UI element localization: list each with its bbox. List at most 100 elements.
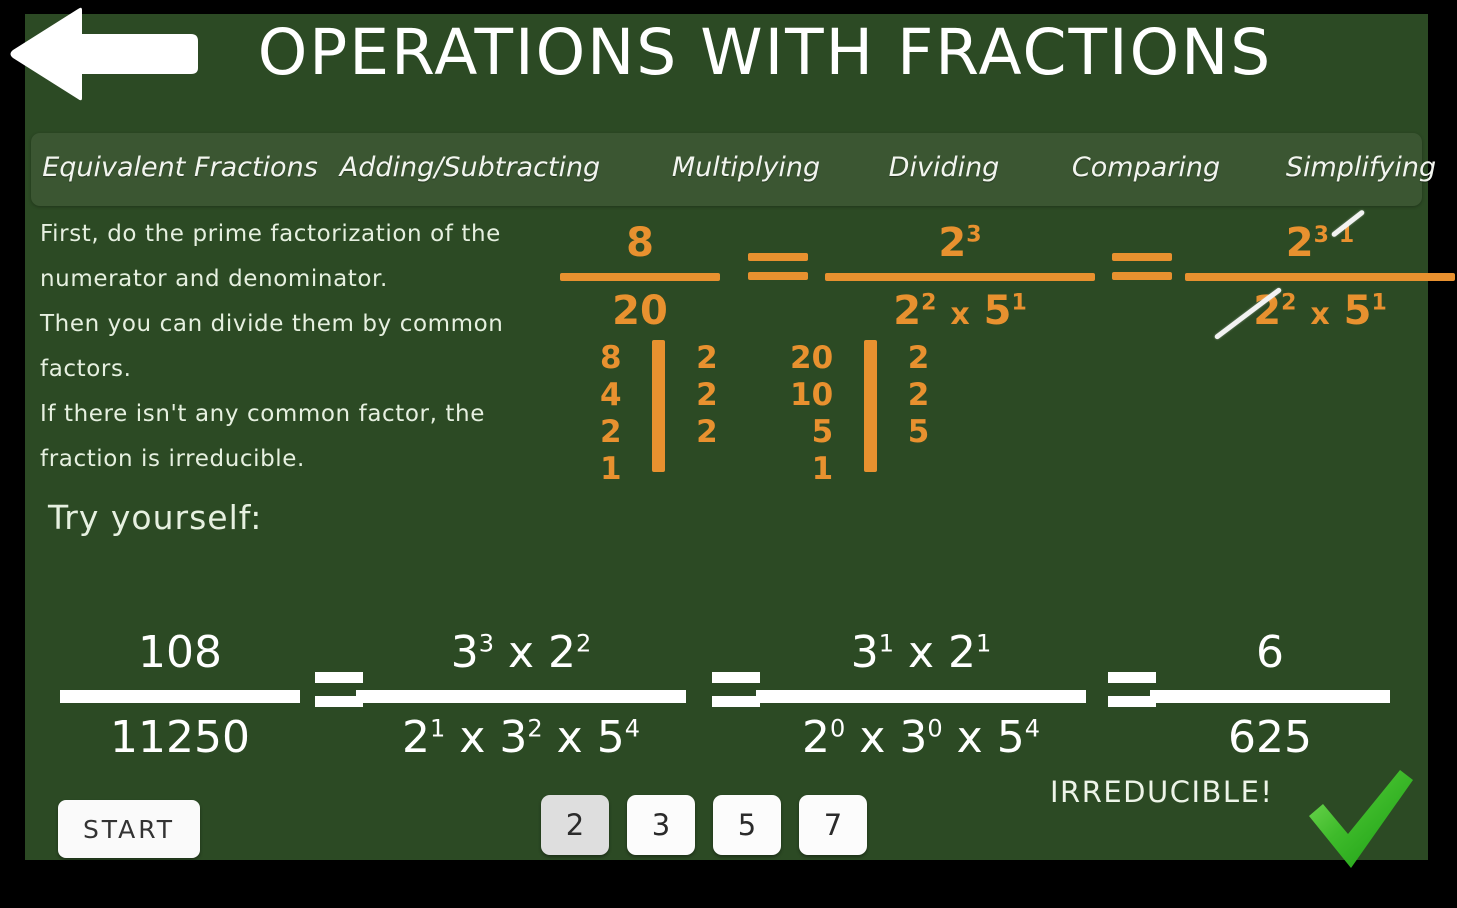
ladder-20: 20 10 5 1 2 2 5 [790,340,929,488]
practice-step2-den-exp2[interactable]: 2 [527,714,542,742]
practice-step3-den-base2: 3 [899,712,928,763]
number-pad: 2 3 5 7 [541,795,867,855]
ladder-20-left-0: 20 [790,340,834,376]
example-step1-denominator: 20 [612,288,668,334]
app-root: OPERATIONS WITH FRACTIONS Equivalent Fra… [0,0,1457,908]
practice-step2-num-exp1[interactable]: 3 [479,629,494,657]
example-step3-num-exp-struck: 3 [1313,222,1329,248]
number-button-5[interactable]: 5 [713,795,781,855]
ladder-8-right-column: 2 2 2 [696,340,718,451]
try-yourself-label: Try yourself: [48,498,263,537]
tab-dividing[interactable]: Dividing [869,152,1019,183]
practice-step2-den-base1: 2 [402,712,431,763]
practice-step3-num-times: x [907,627,935,678]
practice-step3-den-exp3[interactable]: 4 [1025,714,1040,742]
practice-step2-den-exp1[interactable]: 1 [430,714,445,742]
practice-step2-den-times2: x [556,712,583,763]
back-arrow-icon[interactable] [8,6,198,102]
practice-step3-den-exp1[interactable]: 0 [830,714,845,742]
practice-step1-bar [60,690,300,703]
example-step2-num-exp: 3 [966,222,982,248]
practice-step3-den-times2: x [956,712,983,763]
practice-step3-num-exp2[interactable]: 1 [976,629,991,657]
practice-step3-num-base1: 3 [850,627,879,678]
example-step2-num-base: 2 [938,220,967,266]
ladder-8-right-0: 2 [696,340,718,376]
example-step3-den-exp1: 2 [1281,290,1297,316]
ladder-20-left-3: 1 [811,451,834,487]
practice-step2-num-exp2[interactable]: 2 [576,629,591,657]
ladder-8: 8 4 2 1 2 2 2 [600,340,718,488]
lesson-explanation: First, do the prime factorization of the… [40,212,570,482]
practice-step1-numerator: 108 [138,627,222,678]
practice-step2-den-exp3[interactable]: 4 [625,714,640,742]
lesson-line-1: First, do the prime factorization of the [40,221,501,247]
example-step2-numerator: 23 [825,215,1095,271]
ladder-8-right-2: 2 [696,414,718,450]
practice-step-1[interactable]: 108 11250 [60,622,300,769]
example-step3-denominator: 22 x 51 [1185,283,1455,343]
example-step2-denominator: 22 x 51 [825,283,1095,343]
practice-step3-bar [756,690,1086,703]
tab-list: Equivalent Fractions Adding/Subtracting … [31,133,1436,206]
start-button[interactable]: START [58,800,200,858]
example-step3-den-base2: 5 [1343,288,1372,334]
ladder-8-left-1: 4 [600,377,622,413]
lesson-line-5: If there isn't any common factor, the [40,401,485,427]
lesson-line-4: factors. [40,356,132,382]
practice-step3-den-exp2[interactable]: 0 [927,714,942,742]
tab-simplifying[interactable]: Simplifying [1271,152,1451,183]
example-step3-numerator: 23 1 [1185,209,1455,271]
practice-step3-numerator: 31 x 21 [756,622,1086,684]
tab-multiplying[interactable]: Multiplying [651,152,841,183]
practice-step3-num-exp1[interactable]: 1 [879,629,894,657]
practice-step2-numerator: 33 x 22 [356,622,686,684]
practice-equals-2 [712,672,760,707]
example-equals-1 [748,253,808,280]
tab-comparing[interactable]: Comparing [1051,152,1241,183]
practice-exercise: 108 11250 33 x 22 21 x 32 x 54 31 x 21 2… [40,600,1420,770]
practice-step4-bar [1150,690,1390,703]
ladder-20-right-0: 2 [907,340,930,376]
status-badge: IRREDUCIBLE! [1050,775,1274,809]
practice-step-4[interactable]: 6 625 [1150,622,1390,769]
ladder-8-left-3: 1 [600,451,622,487]
lesson-line-3: Then you can divide them by common [40,311,504,337]
number-button-2[interactable]: 2 [541,795,609,855]
tab-adding-subtracting[interactable]: Adding/Subtracting [325,152,615,183]
lesson-line-2: numerator and denominator. [40,266,388,292]
example-step2-den-exp1: 2 [921,290,937,316]
example-step2-bar [825,273,1095,281]
ladder-8-divider [652,340,666,472]
practice-step2-den-base3: 5 [596,712,625,763]
number-button-7[interactable]: 7 [799,795,867,855]
example-step2-den-times: x [950,297,970,332]
worked-example: 8 20 23 22 x 51 23 1 22 x 51 [560,205,1455,341]
example-step-2: 23 22 x 51 [825,215,1095,343]
practice-step2-num-base1: 3 [450,627,479,678]
tab-equivalent-fractions[interactable]: Equivalent Fractions [37,152,323,183]
ladder-8-left-column: 8 4 2 1 [600,340,622,488]
ladder-8-left-2: 2 [600,414,622,450]
practice-step2-denominator: 21 x 32 x 54 [356,707,686,769]
example-step3-num-base: 2 [1285,220,1314,266]
ladder-8-left-0: 8 [600,340,622,376]
ladder-20-left-1: 10 [790,377,834,413]
ladder-20-left-column: 20 10 5 1 [790,340,833,488]
ladder-20-right-column: 2 2 5 [908,340,930,451]
example-step2-den-base1: 2 [893,288,922,334]
practice-step2-bar [356,690,686,703]
ladder-20-right-1: 2 [907,377,930,413]
ladder-8-right-1: 2 [696,377,718,413]
number-button-3[interactable]: 3 [627,795,695,855]
lesson-line-6: fraction is irreducible. [40,446,305,472]
example-step3-bar [1185,273,1455,281]
example-step-1: 8 20 [560,215,720,339]
practice-step2-den-times1: x [459,712,486,763]
practice-step-2[interactable]: 33 x 22 21 x 32 x 54 [356,622,686,769]
practice-step-3[interactable]: 31 x 21 20 x 30 x 54 [756,622,1086,769]
tab-bar: Equivalent Fractions Adding/Subtracting … [31,133,1436,206]
practice-step2-num-times: x [507,627,535,678]
example-step-3: 23 1 22 x 51 [1185,209,1455,343]
ladder-20-left-2: 5 [811,414,834,450]
